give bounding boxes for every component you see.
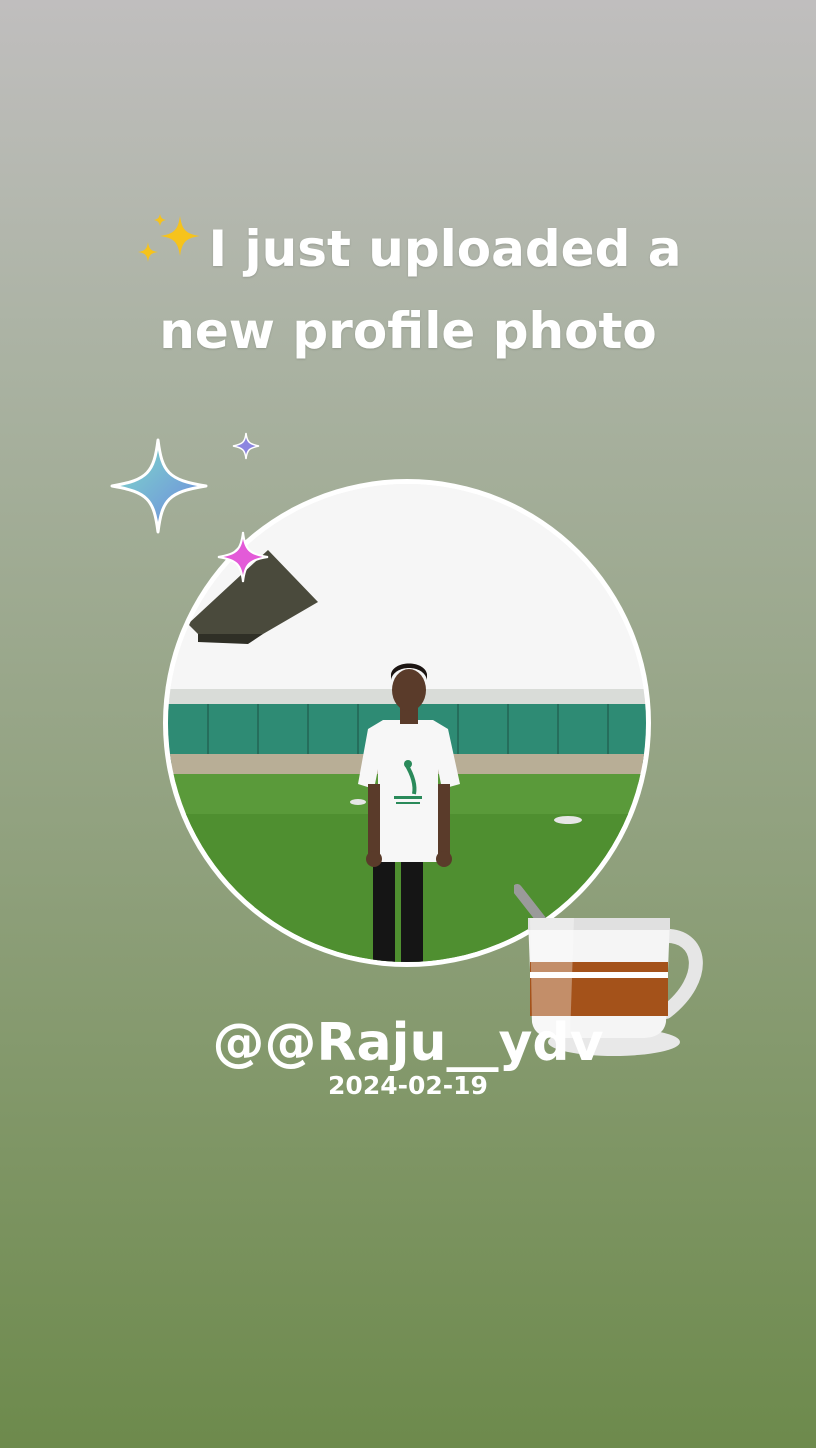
large-sparkle-icon xyxy=(110,438,208,534)
post-date: 2024-02-19 xyxy=(328,1071,488,1100)
headline-text-1: I just uploaded a xyxy=(208,220,682,278)
headline-line-2: new profile photo xyxy=(159,302,657,360)
small-sparkle-icon xyxy=(232,432,260,460)
pink-sparkle-icon xyxy=(217,531,269,583)
sparkles-emoji-icon xyxy=(134,212,208,272)
story-headline: I just uploaded a new profile photo xyxy=(0,208,816,372)
headline-line-1: I just uploaded a xyxy=(0,208,816,290)
